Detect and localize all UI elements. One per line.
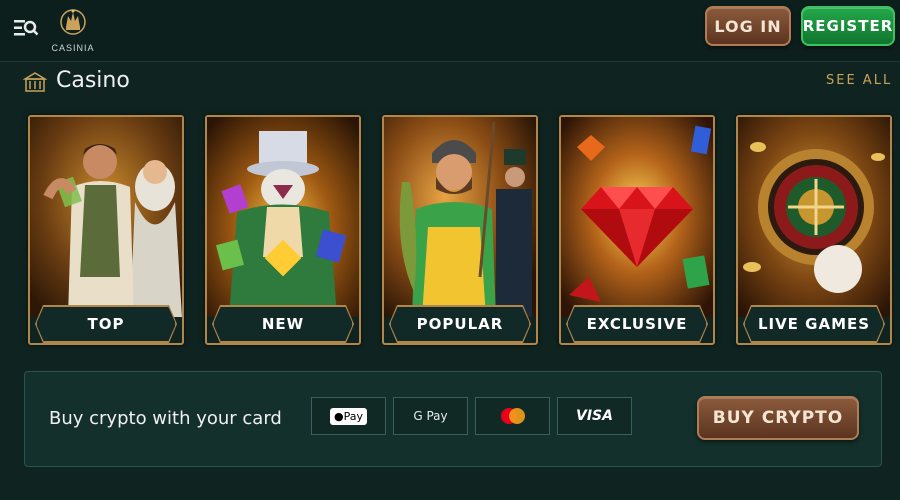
category-label-new: NEW: [213, 306, 353, 342]
apple-pay-label: Pay: [343, 409, 363, 423]
apple-icon: ●: [334, 409, 344, 423]
category-label-live-games: LIVE GAMES: [744, 306, 884, 342]
logo-crown-icon: [60, 9, 86, 35]
category-label-popular: POPULAR: [390, 306, 530, 342]
section-title: Casino: [56, 68, 130, 93]
buy-crypto-button[interactable]: BUY CRYPTO: [697, 396, 859, 440]
login-button[interactable]: LOG IN: [705, 6, 791, 46]
casinia-logo[interactable]: CASINIA: [50, 5, 96, 55]
category-card-live-games[interactable]: LIVE GAMES: [736, 115, 892, 345]
top-bar: CASINIA LOG IN REGISTER: [0, 0, 900, 62]
buy-crypto-banner: Buy crypto with your card ●Pay G Pay VIS…: [24, 371, 882, 467]
visa-label: VISA: [576, 408, 613, 424]
buy-crypto-text: Buy crypto with your card: [49, 408, 282, 429]
mastercard-icon: [500, 408, 525, 424]
mastercard-badge: [475, 397, 550, 435]
explorer-character-icon: [30, 117, 182, 317]
category-label-exclusive: EXCLUSIVE: [567, 306, 707, 342]
category-card-popular[interactable]: POPULAR: [382, 115, 538, 345]
google-pay-badge: G Pay: [393, 397, 468, 435]
register-button[interactable]: REGISTER: [801, 6, 895, 46]
red-diamond-icon: [561, 117, 713, 317]
category-card-top[interactable]: TOP: [28, 115, 184, 345]
menu-search-icon[interactable]: [12, 16, 40, 40]
casino-building-icon: [22, 70, 48, 94]
roulette-wheel-icon: [738, 117, 890, 317]
google-pay-label: G Pay: [413, 409, 448, 423]
category-card-new[interactable]: NEW: [205, 115, 361, 345]
visa-badge: VISA: [557, 397, 632, 435]
category-card-exclusive[interactable]: EXCLUSIVE: [559, 115, 715, 345]
apple-pay-badge: ●Pay: [311, 397, 386, 435]
logo-text: CASINIA: [51, 43, 95, 53]
see-all-link[interactable]: SEE ALL: [826, 73, 892, 88]
wizard-character-icon: [207, 117, 359, 317]
category-label-top: TOP: [36, 306, 176, 342]
fisherman-character-icon: [384, 117, 536, 317]
